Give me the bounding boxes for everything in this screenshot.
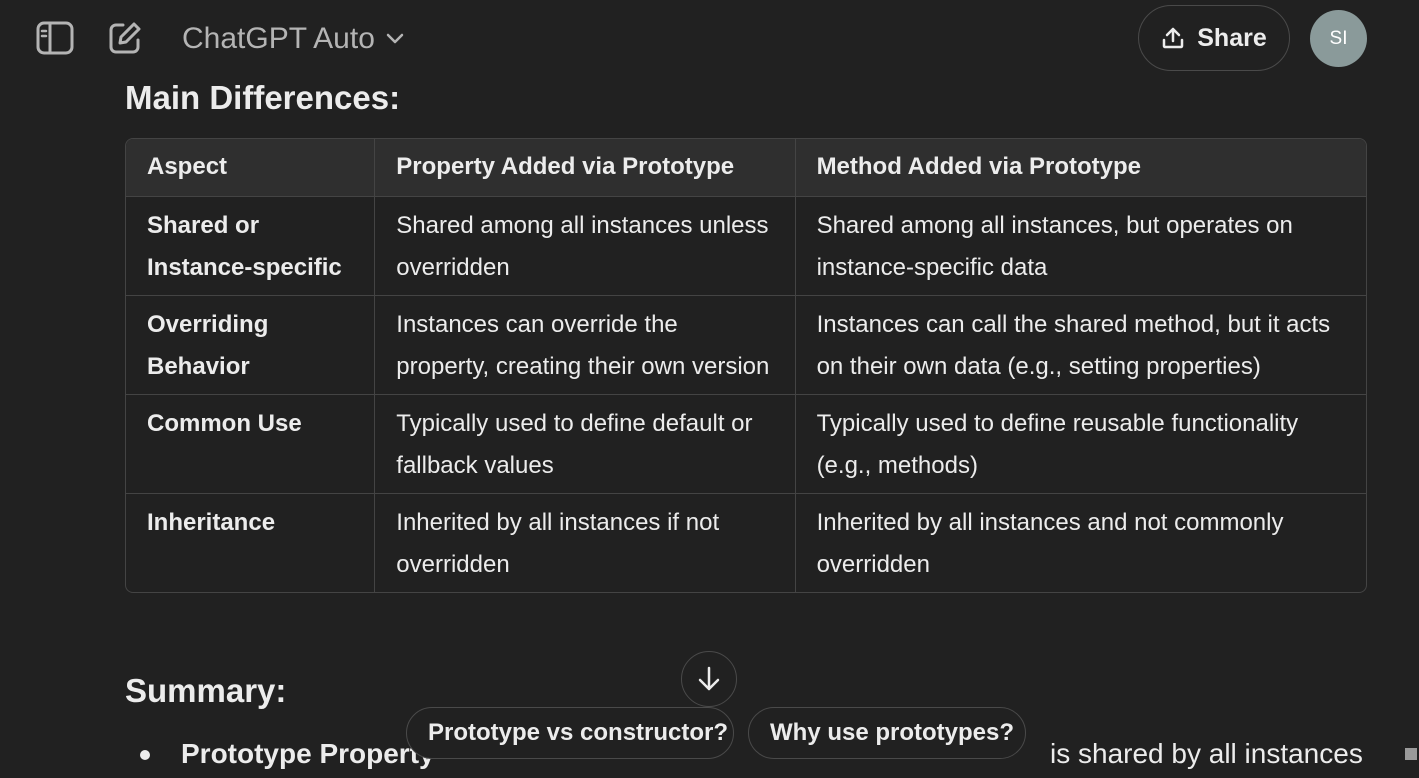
avatar-initials: SI: [1329, 27, 1348, 49]
sidebar-toggle-icon: [36, 21, 74, 55]
aspect-cell: Shared or Instance-specific: [126, 196, 376, 296]
new-chat-button[interactable]: [103, 16, 147, 60]
aspect-cell: Common Use: [126, 394, 376, 494]
model-name: ChatGPT Auto: [182, 22, 375, 55]
suggestion-label: Why use prototypes?: [770, 719, 1015, 746]
bullet-bold-text: Prototype Property: [181, 738, 435, 769]
scrollbar-thumb[interactable]: [1405, 748, 1417, 760]
model-selector[interactable]: ChatGPT Auto: [172, 16, 415, 62]
property-cell: Inherited by all instances if not overri…: [374, 493, 796, 592]
suggestion-chip[interactable]: Prototype vs constructor?: [406, 707, 734, 759]
main-differences-heading: Main Differences:: [125, 79, 401, 116]
sidebar-toggle-button[interactable]: [33, 16, 77, 60]
method-cell: Inherited by all instances and not commo…: [816, 508, 1284, 578]
bullet-dot: [140, 750, 150, 760]
property-cell: Shared among all instances unless overri…: [374, 196, 796, 296]
method-cell: Instances can call the shared method, bu…: [795, 295, 1366, 395]
property-cell: Instances can override the property, cre…: [374, 295, 796, 395]
share-button[interactable]: Share: [1138, 5, 1290, 71]
table-row: Shared or Instance-specific Shared among…: [126, 196, 1366, 296]
table-header-row: Aspect Property Added via Prototype Meth…: [126, 139, 1366, 197]
differences-table: Aspect Property Added via Prototype Meth…: [125, 138, 1367, 593]
summary-heading: Summary:: [125, 672, 287, 709]
header-method: Method Added via Prototype: [795, 139, 1366, 197]
avatar[interactable]: SI: [1310, 10, 1367, 67]
edit-icon: [109, 22, 141, 54]
scroll-to-bottom-button[interactable]: [681, 651, 737, 707]
aspect-cell: Inheritance: [126, 493, 376, 592]
table-row: Common Use Typically used to define defa…: [126, 394, 1366, 494]
header-aspect: Aspect: [126, 139, 376, 197]
top-bar: ChatGPT Auto Share SI: [0, 0, 1419, 78]
table-row: Overriding Behavior Instances can overri…: [126, 295, 1366, 395]
method-cell: Shared among all instances, but operates…: [795, 196, 1366, 296]
upload-icon: [1163, 27, 1184, 49]
aspect-cell: Overriding Behavior: [126, 295, 376, 395]
suggestion-chip[interactable]: Why use prototypes?: [748, 707, 1026, 759]
table-row: Inheritance Inherited by all instances i…: [126, 493, 1366, 592]
share-label: Share: [1197, 23, 1267, 52]
chevron-down-icon: [386, 33, 404, 44]
property-cell: Typically used to define default or fall…: [374, 394, 796, 494]
suggestion-label: Prototype vs constructor?: [428, 719, 729, 746]
method-cell: Typically used to define reusable functi…: [795, 394, 1366, 494]
arrow-down-icon: [698, 666, 720, 691]
header-property: Property Added via Prototype: [374, 139, 796, 197]
bullet-text: is shared by all instances: [1050, 738, 1363, 769]
